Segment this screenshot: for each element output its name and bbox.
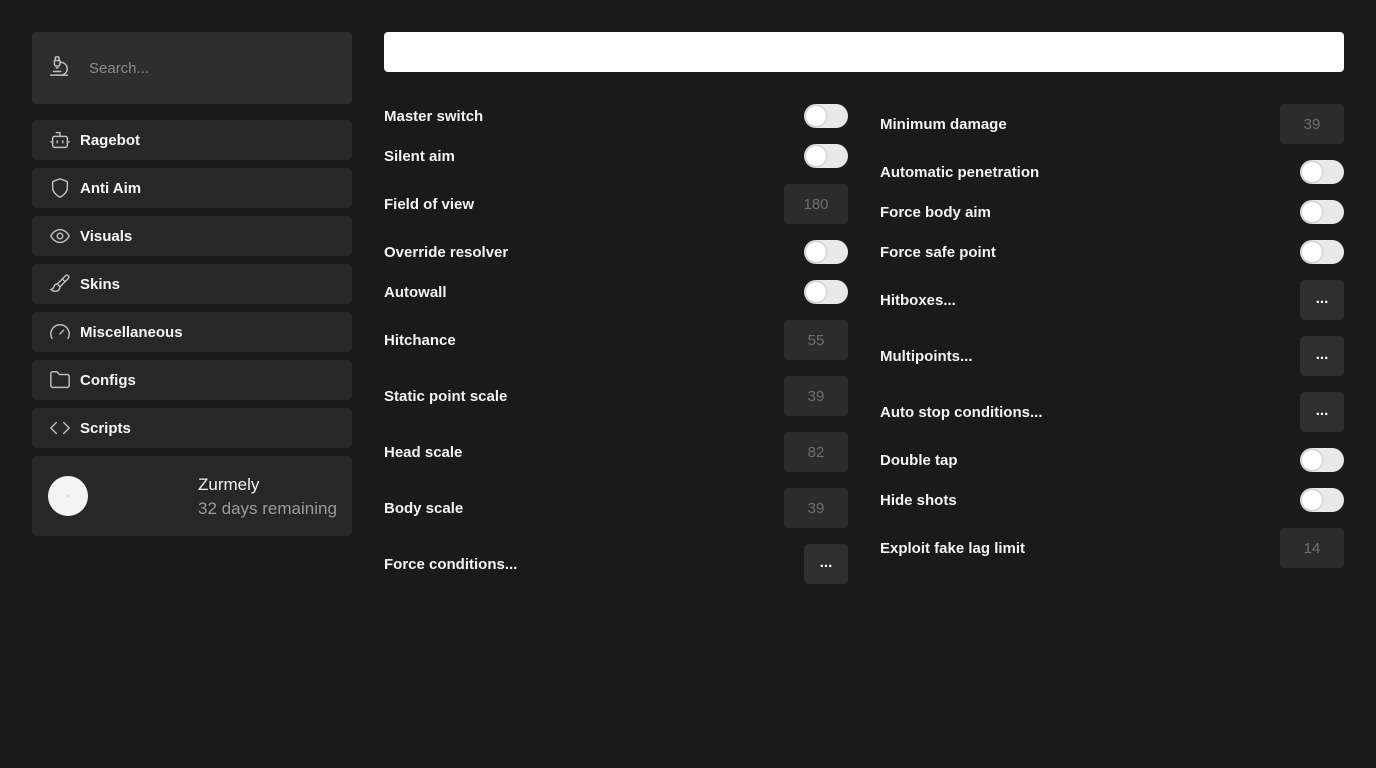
- microscope-icon: [48, 55, 70, 82]
- setting-label: Master switch: [384, 108, 484, 125]
- setting-row-force-body-aim: Force body aim: [880, 200, 1344, 224]
- top-input-bar[interactable]: [384, 32, 1344, 72]
- setting-label: Multipoints...: [880, 348, 973, 365]
- setting-row-head-scale: Head scale 82: [384, 432, 848, 472]
- sidebar-item-label: Configs: [80, 371, 136, 389]
- paintbrush-icon: [48, 272, 72, 296]
- avatar: [48, 476, 88, 516]
- setting-row-silent-aim: Silent aim: [384, 144, 848, 168]
- code-icon: [48, 416, 72, 440]
- sidebar-item-label: Ragebot: [80, 131, 140, 149]
- multipoints-button[interactable]: ...: [1300, 336, 1344, 376]
- subscription-days: 32 days remaining: [198, 499, 337, 518]
- setting-label: Static point scale: [384, 388, 508, 405]
- setting-label: Force conditions...: [384, 556, 518, 573]
- setting-label: Exploit fake lag limit: [880, 540, 1026, 557]
- sidebar-item-label: Miscellaneous: [80, 323, 183, 341]
- profile-name: Zurmely: [198, 475, 260, 494]
- sidebar-item-label: Visuals: [80, 227, 133, 245]
- setting-label: Double tap: [880, 452, 958, 469]
- setting-row-body-scale: Body scale 39: [384, 488, 848, 528]
- override-resolver-toggle[interactable]: [804, 240, 848, 264]
- sidebar-item-scripts[interactable]: Scripts: [32, 408, 352, 448]
- setting-label: Override resolver: [384, 244, 509, 261]
- setting-row-autowall: Autowall: [384, 280, 848, 304]
- minimum-damage-input[interactable]: 39: [1280, 104, 1344, 144]
- sidebar-item-ragebot[interactable]: Ragebot: [32, 120, 352, 160]
- sidebar-item-anti-aim[interactable]: Anti Aim: [32, 168, 352, 208]
- body-scale-input[interactable]: 39: [784, 488, 848, 528]
- setting-label: Auto stop conditions...: [880, 404, 1043, 421]
- setting-row-field-of-view: Field of view 180: [384, 184, 848, 224]
- setting-label: Force body aim: [880, 204, 991, 221]
- sidebar-item-configs[interactable]: Configs: [32, 360, 352, 400]
- silent-aim-toggle[interactable]: [804, 144, 848, 168]
- setting-row-automatic-penetration: Automatic penetration: [880, 160, 1344, 184]
- auto-stop-conditions-button[interactable]: ...: [1300, 392, 1344, 432]
- setting-row-override-resolver: Override resolver: [384, 240, 848, 264]
- force-conditions-button[interactable]: ...: [804, 544, 848, 584]
- setting-row-minimum-damage: Minimum damage 39: [880, 104, 1344, 144]
- field-of-view-input[interactable]: 180: [784, 184, 848, 224]
- setting-label: Head scale: [384, 444, 463, 461]
- setting-row-double-tap: Double tap: [880, 448, 1344, 472]
- setting-label: Hitboxes...: [880, 292, 956, 309]
- setting-row-force-conditions: Force conditions... ...: [384, 544, 848, 584]
- sidebar-item-skins[interactable]: Skins: [32, 264, 352, 304]
- setting-label: Body scale: [384, 500, 464, 517]
- search-box[interactable]: [32, 32, 352, 104]
- setting-label: Autowall: [384, 284, 447, 301]
- setting-row-master-switch: Master switch: [384, 104, 848, 128]
- setting-label: Silent aim: [384, 148, 455, 165]
- exploit-fake-lag-limit-input[interactable]: 14: [1280, 528, 1344, 568]
- profile-card: Zurmely 32 days remaining: [32, 456, 352, 536]
- setting-row-hitboxes: Hitboxes... ...: [880, 280, 1344, 320]
- setting-row-auto-stop-conditions: Auto stop conditions... ...: [880, 392, 1344, 432]
- sidebar-item-label: Anti Aim: [80, 179, 142, 197]
- setting-label: Force safe point: [880, 244, 996, 261]
- setting-row-force-safe-point: Force safe point: [880, 240, 1344, 264]
- double-tap-toggle[interactable]: [1300, 448, 1344, 472]
- search-input[interactable]: [89, 59, 309, 77]
- master-switch-toggle[interactable]: [804, 104, 848, 128]
- sidebar-nav: Ragebot Anti Aim Visuals Skins Miscellan…: [32, 120, 352, 448]
- head-scale-input[interactable]: 82: [784, 432, 848, 472]
- setting-row-hitchance: Hitchance 55: [384, 320, 848, 360]
- sidebar-item-visuals[interactable]: Visuals: [32, 216, 352, 256]
- sidebar: Ragebot Anti Aim Visuals: [32, 32, 352, 536]
- robot-icon: [48, 128, 72, 152]
- sidebar-item-miscellaneous[interactable]: Miscellaneous: [32, 312, 352, 352]
- setting-label: Hide shots: [880, 492, 957, 509]
- force-body-aim-toggle[interactable]: [1300, 200, 1344, 224]
- eye-icon: [48, 224, 72, 248]
- setting-label: Automatic penetration: [880, 164, 1040, 181]
- setting-label: Field of view: [384, 196, 475, 213]
- shield-icon: [48, 176, 72, 200]
- setting-label: Hitchance: [384, 332, 456, 349]
- setting-row-static-point-scale: Static point scale 39: [384, 376, 848, 416]
- sidebar-item-label: Skins: [80, 275, 121, 293]
- automatic-penetration-toggle[interactable]: [1300, 160, 1344, 184]
- force-safe-point-toggle[interactable]: [1300, 240, 1344, 264]
- static-point-scale-input[interactable]: 39: [784, 376, 848, 416]
- setting-row-hide-shots: Hide shots: [880, 488, 1344, 512]
- setting-row-multipoints: Multipoints... ...: [880, 336, 1344, 376]
- autowall-toggle[interactable]: [804, 280, 848, 304]
- sidebar-item-label: Scripts: [80, 419, 131, 437]
- hitchance-input[interactable]: 55: [784, 320, 848, 360]
- gauge-icon: [48, 320, 72, 344]
- hitboxes-button[interactable]: ...: [1300, 280, 1344, 320]
- folder-icon: [48, 368, 72, 392]
- setting-label: Minimum damage: [880, 116, 1007, 133]
- setting-row-exploit-fake-lag-limit: Exploit fake lag limit 14: [880, 528, 1344, 568]
- hide-shots-toggle[interactable]: [1300, 488, 1344, 512]
